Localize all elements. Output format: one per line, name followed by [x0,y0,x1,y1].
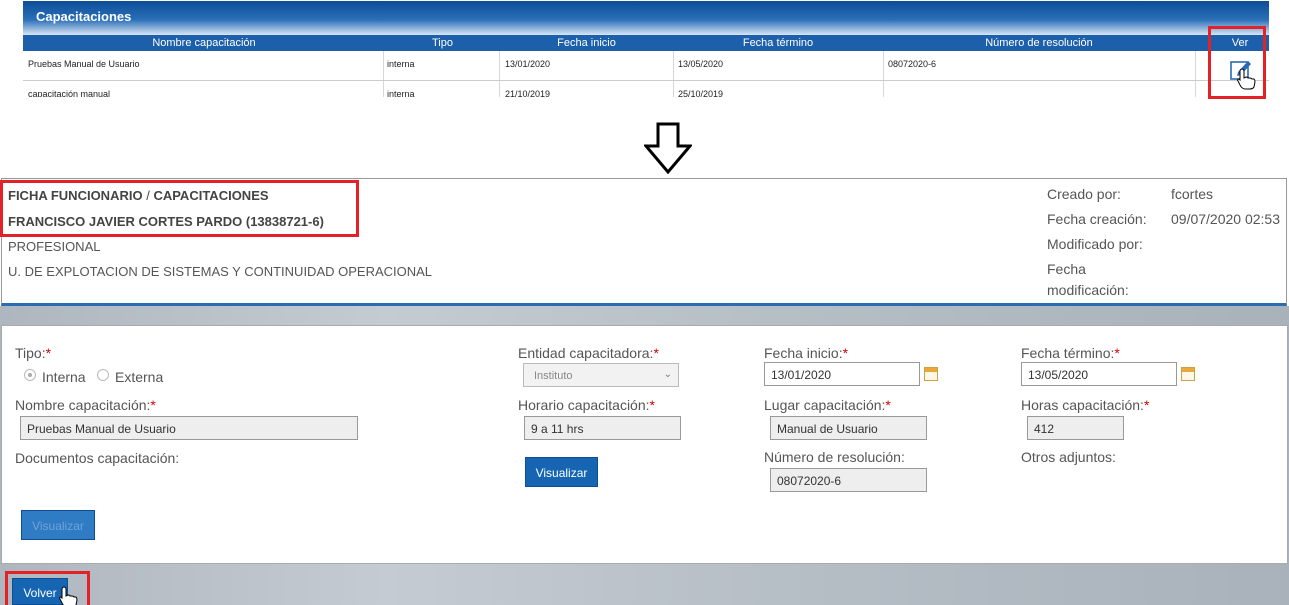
horario-input[interactable]: 9 a 11 hrs [524,416,681,440]
col-nombre[interactable]: Nombre capacitación [23,37,385,49]
modified-date-label-1: Fecha [1047,261,1086,277]
horas-input[interactable]: 412 [1027,416,1124,440]
radio-externa-label: Externa [115,369,164,385]
nombre-input[interactable]: Pruebas Manual de Usuario [20,416,358,440]
employee-unit: U. DE EXPLOTACION DE SISTEMAS Y CONTINUI… [8,264,433,279]
visualizar-disabled-button[interactable]: Visualizar [21,510,95,540]
lugar-label: Lugar capacitación:* [764,397,891,413]
cell-fecha-termino: 13/05/2020 [678,59,724,69]
modified-date-label-2: modificación: [1047,282,1129,298]
calendar-icon[interactable] [1181,367,1195,381]
table-row: capacitación manual interna 21/10/2019 2… [23,81,1269,97]
col-fecha-inicio[interactable]: Fecha inicio [500,37,673,49]
entidad-select[interactable]: Instituto ⌄ [523,363,679,387]
lugar-input[interactable]: Manual de Usuario [770,416,927,440]
entidad-label: Entidad capacitadora:* [518,345,659,361]
chevron-down-icon: ⌄ [663,369,672,380]
cell-nombre: Pruebas Manual de Usuario [28,59,140,69]
visualizar-button[interactable]: Visualizar [525,457,598,487]
created-date-label: Fecha creación: [1047,211,1147,227]
col-resolucion[interactable]: Número de resolución [883,37,1195,49]
created-date-value: 09/07/2020 02:53 [1171,211,1280,227]
down-arrow-icon [644,122,692,174]
tipo-label: Tipo:* [15,345,52,361]
cell-nombre: capacitación manual [28,89,111,97]
col-tipo[interactable]: Tipo [385,37,500,49]
horario-label: Horario capacitación:* [518,397,655,413]
col-fecha-termino[interactable]: Fecha término [673,37,883,49]
employee-role: PROFESIONAL [8,239,101,254]
created-by-value: fcortes [1171,186,1214,202]
radio-interna-label: Interna [42,369,86,385]
cell-fecha-inicio: 21/10/2019 [505,89,551,97]
documentos-label: Documentos capacitación: [15,450,180,466]
fecha-termino-label: Fecha término:* [1021,345,1120,361]
created-by-label: Creado por: [1047,186,1121,202]
capacitaciones-panel: Capacitaciones Nombre capacitación Tipo … [23,1,1269,97]
highlight-volver [5,571,90,605]
capacitacion-form: Tipo:* Interna Externa Entidad capacitad… [1,325,1288,564]
fecha-inicio-label: Fecha inicio:* [764,345,849,361]
table-header: Nombre capacitación Tipo Fecha inicio Fe… [23,35,1269,51]
capacitaciones-title: Capacitaciones [23,1,1269,35]
otros-adjuntos-label: Otros adjuntos: [1021,449,1116,465]
horas-label: Horas capacitación:* [1021,397,1150,413]
cell-fecha-termino: 25/10/2019 [678,89,724,97]
fecha-termino-input[interactable]: 13/05/2020 [1021,362,1177,386]
nombre-label: Nombre capacitación:* [15,397,156,413]
modified-by-label: Modificado por: [1047,236,1143,252]
table-row: Pruebas Manual de Usuario interna 13/01/… [23,51,1269,81]
cell-tipo: interna [387,89,415,97]
cell-resolucion: 08072020-6 [888,59,937,69]
fecha-inicio-input[interactable]: 13/01/2020 [764,362,920,386]
resolucion-input[interactable]: 08072020-6 [770,468,927,492]
highlight-ver [1208,26,1266,99]
radio-interna[interactable] [24,369,36,381]
radio-externa[interactable] [97,369,109,381]
resolucion-label: Número de resolución: [764,449,905,465]
highlight-employee [0,180,359,237]
screenshot-root: Capacitaciones Nombre capacitación Tipo … [0,0,1289,605]
calendar-icon[interactable] [924,367,938,381]
cell-fecha-inicio: 13/01/2020 [505,59,551,69]
cell-tipo: interna [387,59,415,69]
